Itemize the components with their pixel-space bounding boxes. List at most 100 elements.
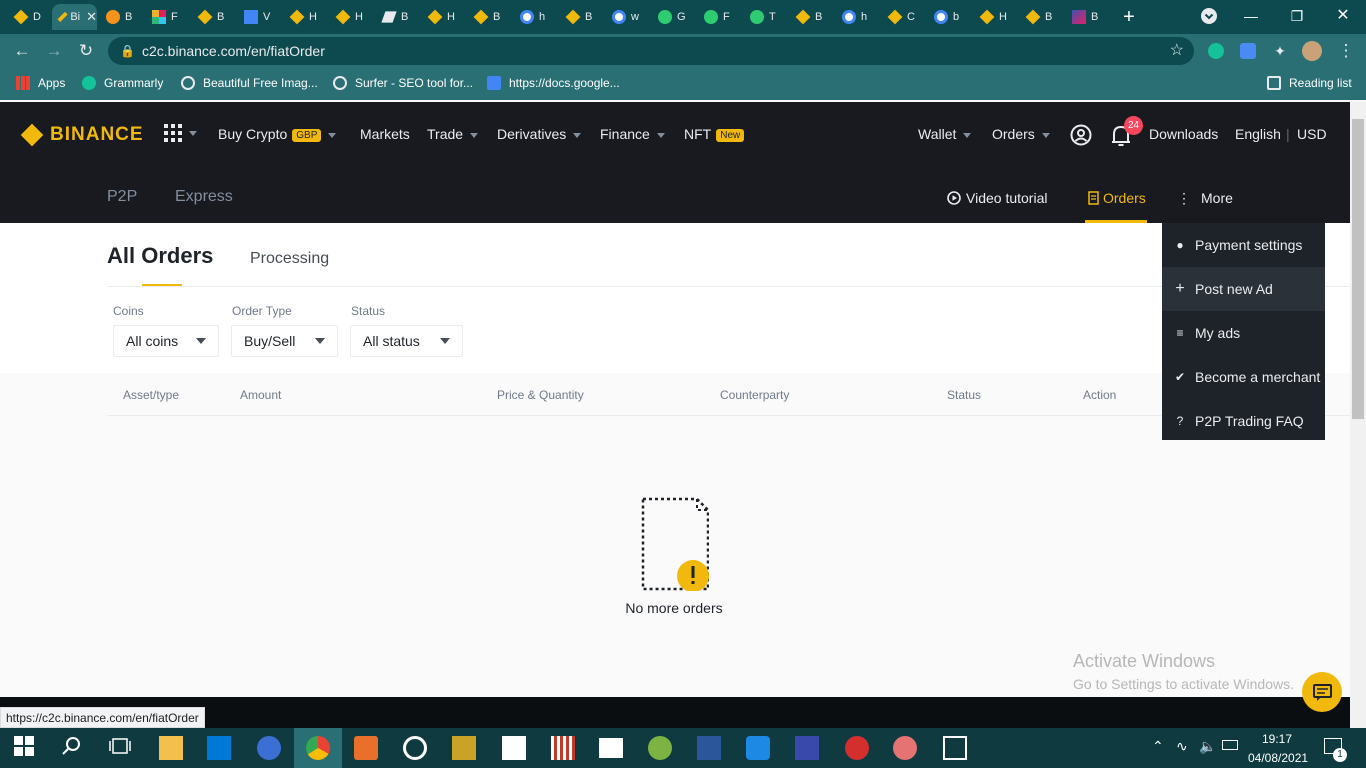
close-tab-icon[interactable]: ✕ xyxy=(86,9,97,25)
browser-tab[interactable]: C xyxy=(880,4,924,30)
browser-tab[interactable]: H xyxy=(328,4,372,30)
taskbar-time[interactable]: 19:17 xyxy=(1262,732,1292,746)
nav-language[interactable]: English xyxy=(1235,126,1281,142)
wifi-icon[interactable]: ∿ xyxy=(1176,738,1188,755)
wps-icon[interactable] xyxy=(746,736,770,760)
browser-tab[interactable]: F xyxy=(696,4,740,30)
nav-nft[interactable]: NFT New xyxy=(684,126,745,142)
browser-tab[interactable]: D xyxy=(6,4,50,30)
browser-tab[interactable]: F xyxy=(144,4,188,30)
account-button[interactable] xyxy=(1070,124,1092,149)
windows-start-icon[interactable] xyxy=(14,736,38,760)
bookmark-images[interactable]: Beautiful Free Imag... xyxy=(181,76,318,90)
tab-all-orders[interactable]: All Orders xyxy=(107,243,213,269)
chrome-icon[interactable] xyxy=(306,736,330,760)
apps-menu-button[interactable] xyxy=(164,124,197,145)
word-icon[interactable] xyxy=(452,736,476,760)
translate-extension-icon[interactable] xyxy=(1240,43,1256,59)
menu-item-become-merchant[interactable]: ✔ Become a merchant xyxy=(1162,355,1325,399)
browser-tab[interactable]: w xyxy=(604,4,648,30)
menu-item-my-ads[interactable]: ≡ My ads xyxy=(1162,311,1325,355)
browser-tab[interactable]: H xyxy=(420,4,464,30)
tray-chevron-up-icon[interactable]: ⌃ xyxy=(1152,738,1164,755)
menu-kebab-icon[interactable]: ⋮ xyxy=(1336,41,1356,61)
browser-tab[interactable]: B xyxy=(1064,4,1108,30)
app-circle-icon[interactable] xyxy=(257,736,281,760)
mail-icon[interactable] xyxy=(599,738,623,758)
browser-tab[interactable]: H xyxy=(282,4,326,30)
browser-tab[interactable]: G xyxy=(650,4,694,30)
orders-link[interactable]: Orders xyxy=(1088,190,1146,206)
address-bar[interactable]: 🔒 c2c.binance.com/en/fiatOrder ☆ xyxy=(108,37,1194,65)
reading-list[interactable]: Reading list xyxy=(1267,76,1352,90)
nav-trade[interactable]: Trade xyxy=(427,126,479,142)
reload-button[interactable]: ↻ xyxy=(76,41,96,61)
paint-icon[interactable] xyxy=(648,736,672,760)
minimize-button[interactable]: — xyxy=(1228,0,1274,32)
photos-icon[interactable] xyxy=(943,736,967,760)
restore-button[interactable]: ❐ xyxy=(1274,0,1320,32)
tab-p2p[interactable]: P2P xyxy=(107,188,137,206)
store-icon[interactable] xyxy=(207,736,231,760)
browser-tab[interactable]: B xyxy=(788,4,832,30)
media-player-icon[interactable] xyxy=(354,736,378,760)
browser-tab[interactable]: V xyxy=(236,4,280,30)
close-window-button[interactable]: ✕ xyxy=(1320,0,1366,32)
fm-radio-icon[interactable] xyxy=(845,736,869,760)
app-plane-icon[interactable] xyxy=(893,736,917,760)
order-type-filter-select[interactable]: Buy/Sell xyxy=(231,325,338,357)
sticky-notes-icon[interactable] xyxy=(502,736,526,760)
app-target-icon[interactable] xyxy=(403,736,427,760)
menu-item-post-new-ad[interactable]: + Post new Ad xyxy=(1162,267,1325,311)
browser-tab[interactable]: h xyxy=(834,4,878,30)
more-menu-button[interactable]: ⋮ More xyxy=(1177,190,1233,207)
nav-finance[interactable]: Finance xyxy=(600,126,665,142)
volume-icon[interactable]: 🔈 xyxy=(1199,738,1216,755)
browser-tab[interactable]: H xyxy=(972,4,1016,30)
nav-derivatives[interactable]: Derivatives xyxy=(497,126,582,142)
battery-icon[interactable] xyxy=(1222,740,1238,750)
taskbar-date[interactable]: 04/08/2021 xyxy=(1248,751,1308,765)
scrollbar-thumb[interactable] xyxy=(1352,119,1364,419)
nav-downloads[interactable]: Downloads xyxy=(1149,126,1218,142)
menu-item-payment-settings[interactable]: ● Payment settings xyxy=(1162,223,1325,267)
nav-wallet[interactable]: Wallet xyxy=(918,126,972,142)
tab-search-button[interactable] xyxy=(1186,0,1232,32)
nav-orders[interactable]: Orders xyxy=(992,126,1050,142)
bookmark-surfer[interactable]: Surfer - SEO tool for... xyxy=(333,76,473,90)
bookmark-grammarly[interactable]: Grammarly xyxy=(82,76,163,90)
library-icon[interactable] xyxy=(551,736,575,760)
tab-processing[interactable]: Processing xyxy=(250,250,329,268)
tab-express[interactable]: Express xyxy=(175,188,233,206)
browser-tab[interactable]: B xyxy=(190,4,234,30)
video-tutorial-link[interactable]: Video tutorial xyxy=(947,190,1047,206)
search-icon[interactable] xyxy=(62,736,86,760)
back-button[interactable]: ← xyxy=(12,41,32,61)
bookmark-star-icon[interactable]: ☆ xyxy=(1170,37,1184,65)
browser-tab[interactable]: Bi ✕ xyxy=(52,4,97,30)
browser-tab[interactable]: B xyxy=(374,4,418,30)
nav-buy-crypto[interactable]: Buy Crypto GBP xyxy=(218,126,337,142)
profile-avatar[interactable] xyxy=(1302,41,1322,61)
binance-logo[interactable]: BINANCE xyxy=(20,123,144,147)
new-tab-button[interactable]: + xyxy=(1120,4,1138,30)
game-icon[interactable] xyxy=(795,736,819,760)
task-view-icon[interactable] xyxy=(109,737,133,761)
browser-tab[interactable]: h xyxy=(512,4,556,30)
chat-support-button[interactable] xyxy=(1302,672,1342,712)
file-explorer-icon[interactable] xyxy=(159,736,183,760)
browser-tab[interactable]: T xyxy=(742,4,786,30)
menu-item-p2p-faq[interactable]: ? P2P Trading FAQ xyxy=(1162,399,1325,443)
grammarly-extension-icon[interactable] xyxy=(1208,43,1224,59)
browser-tab[interactable]: B xyxy=(466,4,510,30)
forward-button[interactable]: → xyxy=(44,41,64,61)
browser-tab[interactable]: B xyxy=(558,4,602,30)
bookmark-docs[interactable]: https://docs.google... xyxy=(487,76,620,90)
nav-markets[interactable]: Markets xyxy=(360,126,410,142)
coins-filter-select[interactable]: All coins xyxy=(113,325,219,357)
browser-tab[interactable]: B xyxy=(1018,4,1062,30)
nav-currency[interactable]: USD xyxy=(1297,126,1327,142)
bookmark-apps[interactable]: Apps xyxy=(16,76,65,90)
extensions-puzzle-icon[interactable]: ✦ xyxy=(1272,43,1288,59)
status-filter-select[interactable]: All status xyxy=(350,325,463,357)
